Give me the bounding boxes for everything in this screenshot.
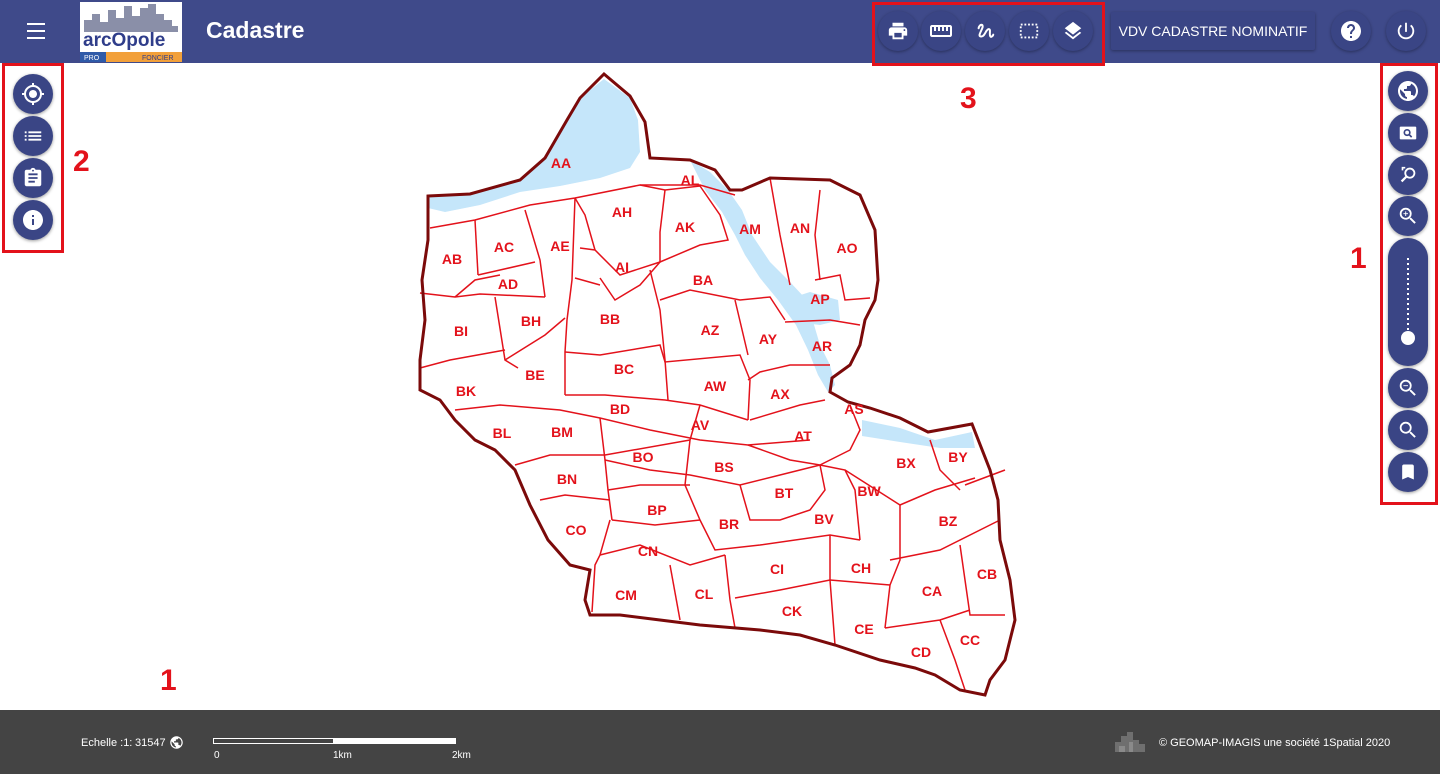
scale-label: Echelle :1: (81, 737, 133, 749)
parcel-label-ah[interactable]: AH (612, 204, 632, 220)
parcel-label-bx[interactable]: BX (896, 455, 916, 471)
parcel-label-cc[interactable]: CC (960, 632, 980, 648)
parcel-label-av[interactable]: AV (691, 417, 710, 433)
annotation-number-top: 3 (960, 82, 977, 115)
parcel-label-ax[interactable]: AX (770, 386, 790, 402)
parcel-label-bv[interactable]: BV (814, 511, 834, 527)
scale-tick-0: 0 (214, 750, 220, 761)
river-water (428, 79, 975, 448)
parcel-label-bw[interactable]: BW (857, 483, 881, 499)
annotation-number-left: 2 (73, 145, 90, 178)
arcopole-logo: arcOpole PRO FONCIER (80, 2, 182, 62)
scale-tick-2km: 2km (452, 750, 471, 761)
parcel-label-bc[interactable]: BC (614, 361, 634, 377)
parcel-label-ba[interactable]: BA (693, 272, 713, 288)
help-icon (1341, 21, 1361, 41)
parcel-label-as[interactable]: AS (844, 401, 863, 417)
parcel-label-ae[interactable]: AE (550, 238, 569, 254)
geomap-logo (1113, 730, 1147, 757)
annotation-box-right-toolbar (1380, 63, 1438, 505)
globe-icon[interactable] (169, 735, 184, 755)
parcel-label-bz[interactable]: BZ (939, 513, 958, 529)
parcel-label-bl[interactable]: BL (493, 425, 512, 441)
parcel-label-bm[interactable]: BM (551, 424, 573, 440)
parcel-label-ay[interactable]: AY (759, 331, 778, 347)
parcel-label-ai[interactable]: AI (615, 259, 629, 275)
parcel-label-br[interactable]: BR (719, 516, 739, 532)
parcel-label-bb[interactable]: BB (600, 311, 620, 327)
copyright-text: © GEOMAP-IMAGIS une société 1Spatial 202… (1159, 737, 1391, 749)
annotation-box-top-tools (872, 2, 1105, 66)
parcel-label-co[interactable]: CO (566, 522, 587, 538)
annotation-box-left-toolbar (2, 63, 64, 253)
svg-text:FONCIER: FONCIER (142, 55, 174, 62)
parcel-label-bs[interactable]: BS (714, 459, 733, 475)
parcel-label-cb[interactable]: CB (977, 566, 997, 582)
app-title: Cadastre (206, 17, 305, 43)
cadastre-map[interactable]: AA AL AH AK AM AN AO AB AC AE AI AD BA AP BI BH BB AZ AY AR… (0, 63, 1440, 710)
parcel-label-am[interactable]: AM (739, 221, 761, 237)
scale-tick-1km: 1km (333, 750, 352, 761)
scale-value: 31547 (135, 737, 166, 749)
hamburger-menu-icon[interactable] (18, 16, 54, 46)
parcel-label-ar[interactable]: AR (812, 338, 832, 354)
parcel-label-cd[interactable]: CD (911, 644, 931, 660)
vdv-cadastre-nominatif-button[interactable]: VDV CADASTRE NOMINATIF (1111, 12, 1315, 50)
logout-button[interactable] (1386, 11, 1426, 51)
parcel-label-ad[interactable]: AD (498, 276, 518, 292)
parcel-label-bh[interactable]: BH (521, 313, 541, 329)
parcel-label-bn[interactable]: BN (557, 471, 577, 487)
parcel-label-al[interactable]: AL (681, 172, 700, 188)
parcel-label-an[interactable]: AN (790, 220, 810, 236)
parcel-label-ck[interactable]: CK (782, 603, 802, 619)
parcel-label-ak[interactable]: AK (675, 219, 695, 235)
parcel-label-bd[interactable]: BD (610, 401, 630, 417)
parcel-label-bi[interactable]: BI (454, 323, 468, 339)
annotation-number-bottom: 1 (160, 664, 177, 697)
parcel-label-cn[interactable]: CN (638, 543, 658, 559)
parcel-label-aw[interactable]: AW (704, 378, 727, 394)
parcel-label-ci[interactable]: CI (770, 561, 784, 577)
parcel-label-ao[interactable]: AO (837, 240, 858, 256)
parcel-label-az[interactable]: AZ (701, 322, 720, 338)
parcel-label-ch[interactable]: CH (851, 560, 871, 576)
parcel-label-bo[interactable]: BO (633, 449, 654, 465)
parcel-label-ab[interactable]: AB (442, 251, 462, 267)
power-icon (1397, 22, 1415, 40)
svg-text:PRO: PRO (84, 55, 100, 62)
app-header: arcOpole PRO FONCIER Cadastre VDV CADAST… (0, 0, 1440, 63)
help-button[interactable] (1331, 11, 1371, 51)
parcel-label-ac[interactable]: AC (494, 239, 514, 255)
parcel-label-bk[interactable]: BK (456, 383, 476, 399)
parcel-label-cm[interactable]: CM (615, 587, 637, 603)
parcel-label-ca[interactable]: CA (922, 583, 942, 599)
parcel-label-by[interactable]: BY (948, 449, 968, 465)
parcel-label-be[interactable]: BE (525, 367, 544, 383)
parcel-label-ap[interactable]: AP (810, 291, 829, 307)
parcel-label-cl[interactable]: CL (695, 586, 714, 602)
parcel-label-bp[interactable]: BP (647, 502, 666, 518)
parcel-label-aa[interactable]: AA (551, 155, 571, 171)
parcel-label-at[interactable]: AT (794, 428, 812, 444)
parcel-label-bt[interactable]: BT (775, 485, 794, 501)
scale-bar (213, 738, 456, 744)
annotation-number-right: 1 (1350, 242, 1367, 275)
svg-text:arcOpole: arcOpole (83, 30, 165, 51)
parcel-label-ce[interactable]: CE (854, 621, 873, 637)
status-footer: Echelle :1: 31547 0 1km 2km © GEOMAP-IMA… (0, 710, 1440, 774)
